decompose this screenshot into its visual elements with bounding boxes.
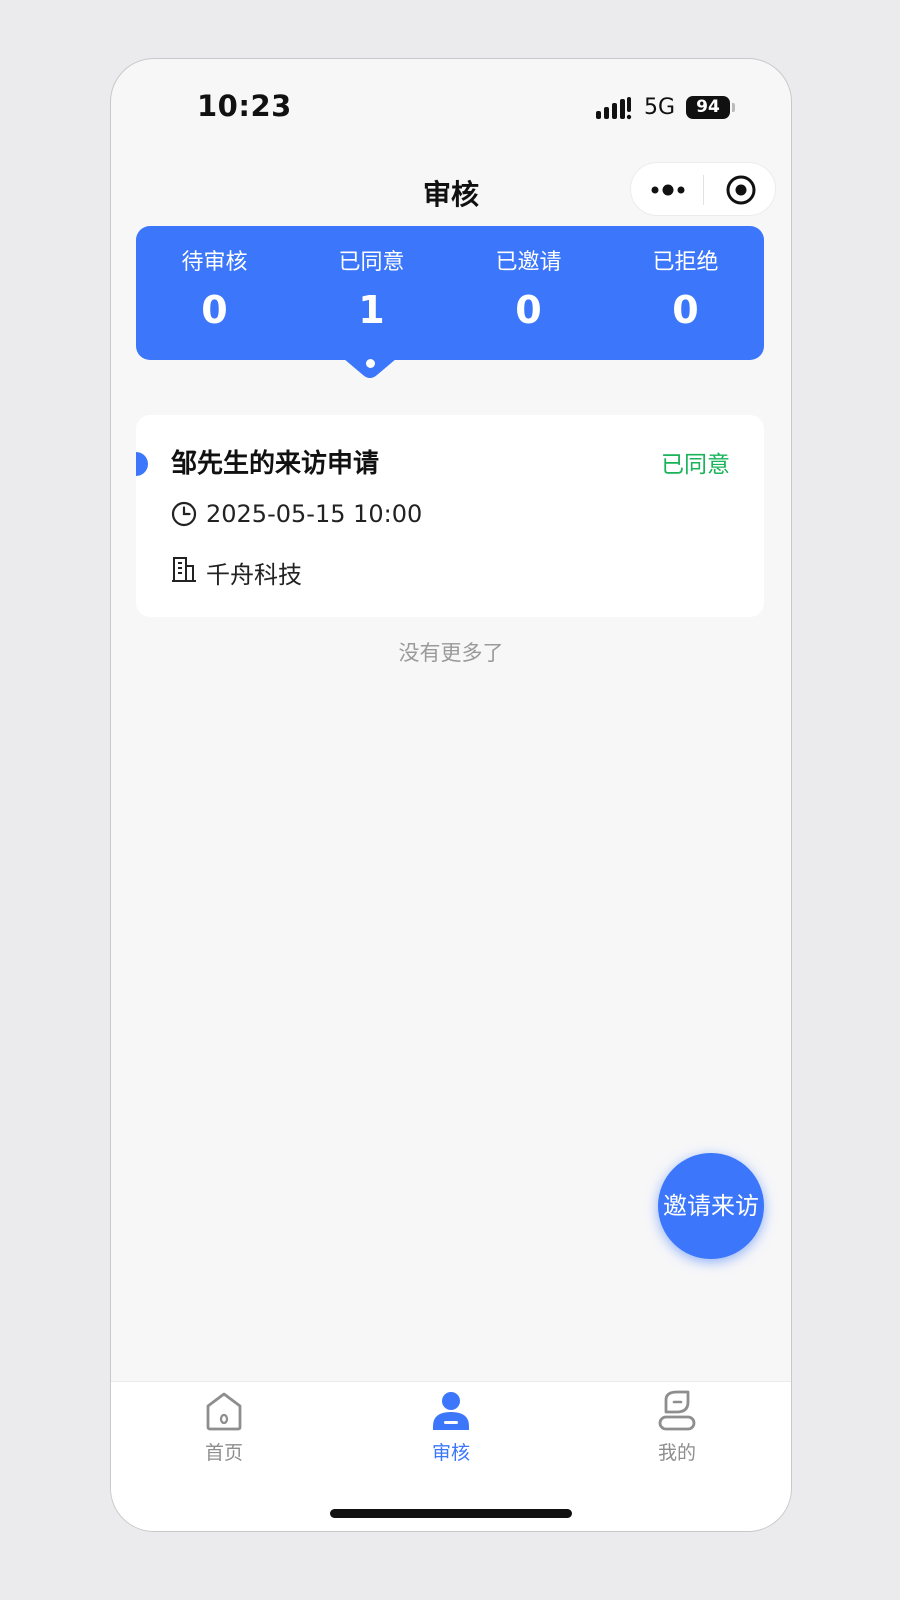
more-icon[interactable] xyxy=(649,179,689,201)
invite-visit-button[interactable]: 邀请来访 xyxy=(658,1153,764,1259)
signal-icon xyxy=(596,97,632,120)
building-icon xyxy=(172,557,196,582)
card-marker xyxy=(136,452,148,476)
home-icon xyxy=(206,1392,242,1431)
network-type: 5G xyxy=(644,95,676,120)
capsule-divider xyxy=(703,175,704,205)
stat-value: 0 xyxy=(515,288,542,332)
stats-panel: 待审核 0 已同意 1 已邀请 0 已拒绝 0 xyxy=(136,226,764,360)
stat-value: 1 xyxy=(358,288,385,332)
stat-label: 待审核 xyxy=(181,250,248,275)
list-end-text: 没有更多了 xyxy=(398,641,504,665)
visit-request-card[interactable]: 邹先生的来访申请 已同意 2025-05-15 10:00 千舟科技 xyxy=(136,415,764,617)
stat-pending[interactable]: 待审核 0 xyxy=(136,226,293,360)
tab-home[interactable]: 首页 xyxy=(164,1390,284,1470)
status-bar: 10:23 5G 94 xyxy=(111,59,791,159)
tab-label: 首页 xyxy=(204,1442,243,1464)
company-name: 千舟科技 xyxy=(206,561,302,589)
close-target-icon[interactable] xyxy=(725,174,757,206)
home-indicator xyxy=(330,1509,572,1518)
stat-approved[interactable]: 已同意 1 xyxy=(293,226,450,360)
profile-icon xyxy=(658,1390,696,1431)
tab-label: 我的 xyxy=(657,1442,696,1464)
stat-value: 0 xyxy=(201,288,228,332)
tab-review[interactable]: 审核 xyxy=(391,1390,511,1470)
clock-icon xyxy=(171,501,197,527)
request-title: 邹先生的来访申请 xyxy=(171,449,380,479)
visit-datetime: 2025-05-15 10:00 xyxy=(206,500,423,528)
stat-label: 已同意 xyxy=(338,250,405,275)
person-badge-icon xyxy=(433,1392,469,1430)
stat-invited[interactable]: 已邀请 0 xyxy=(450,226,607,360)
status-time: 10:23 xyxy=(197,89,292,123)
stat-rejected[interactable]: 已拒绝 0 xyxy=(607,226,764,360)
tab-mine[interactable]: 我的 xyxy=(617,1390,737,1470)
stat-value: 0 xyxy=(672,288,699,332)
status-badge: 已同意 xyxy=(661,452,730,478)
miniprogram-capsule xyxy=(630,162,776,216)
battery-tip xyxy=(732,103,735,112)
selected-stat-dot xyxy=(366,359,375,368)
battery-icon: 94 xyxy=(686,96,730,119)
stat-label: 已拒绝 xyxy=(652,250,719,275)
tab-label: 审核 xyxy=(431,1442,470,1464)
stat-label: 已邀请 xyxy=(495,250,562,275)
phone-screen: 10:23 5G 94 审核 待审核 0 已同意 1 已邀请 0 已拒绝 0 邹… xyxy=(110,58,792,1532)
